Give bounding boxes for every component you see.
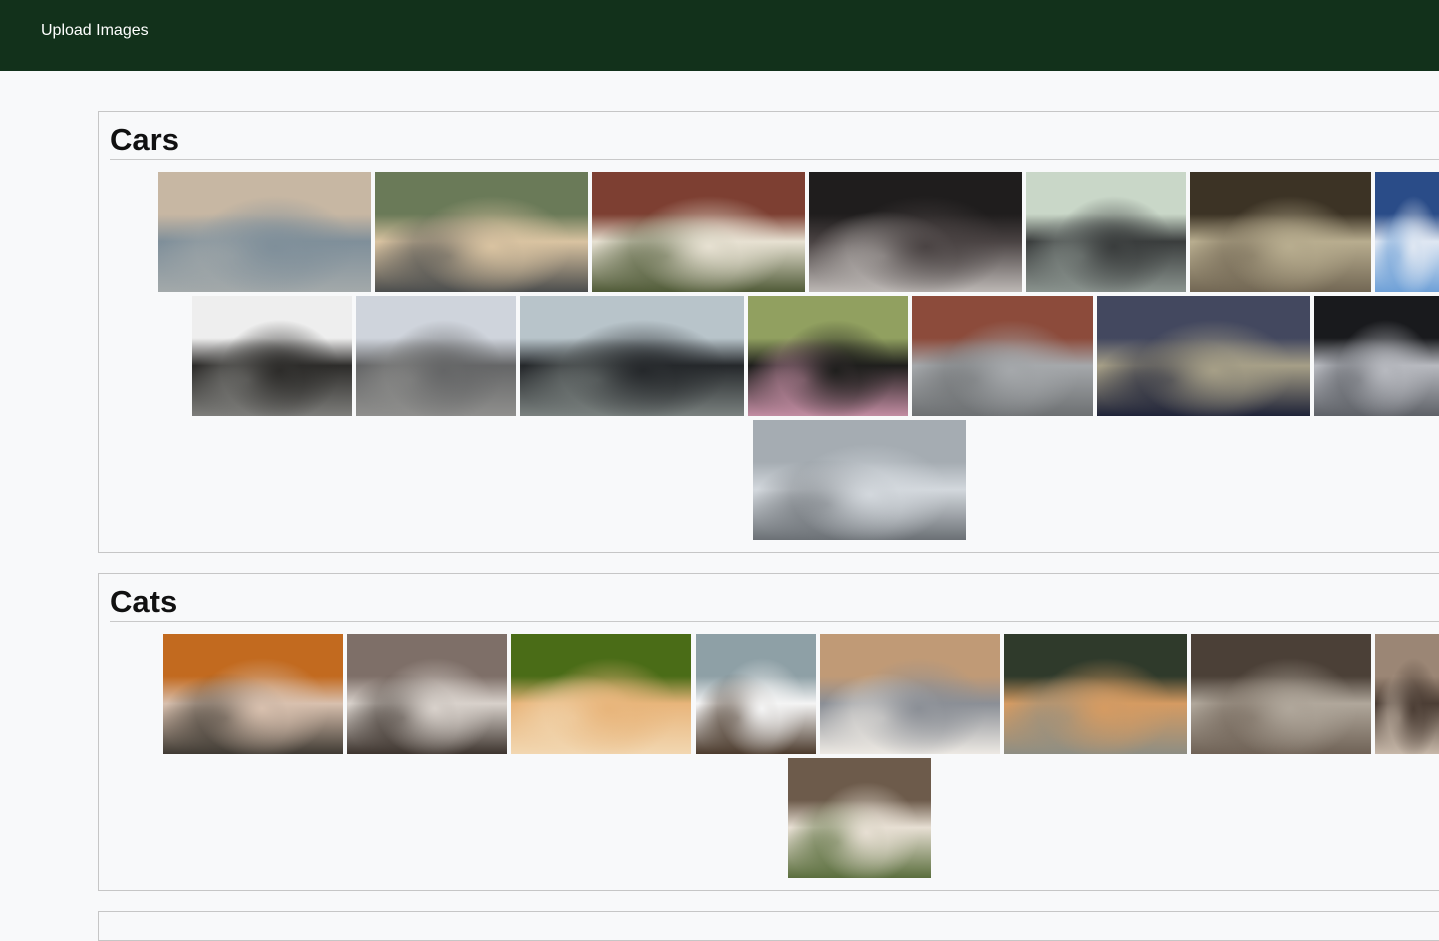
silver-vintage-sedan-thumbnail[interactable] — [158, 172, 371, 292]
cats-section-title: Cats — [110, 584, 178, 619]
cars-section-title: Cars — [110, 122, 179, 157]
upload-images-link[interactable]: Upload Images — [41, 21, 149, 41]
black-sedan-blossom-thumbnail[interactable] — [748, 296, 908, 416]
gray-kitten-photo — [820, 634, 1000, 754]
blue-sedan-partial-thumbnail[interactable] — [1375, 172, 1439, 292]
sleeping-kittens-photo — [1004, 634, 1187, 754]
silver-vintage-sedan-photo — [158, 172, 371, 292]
car-interior-thumbnail[interactable] — [1190, 172, 1371, 292]
black-suv-thumbnail[interactable] — [192, 296, 352, 416]
top-navigation-bar: Upload Images — [0, 0, 1439, 71]
black-sport-sedan-photo — [809, 172, 1022, 292]
black-coupe-thumbnail[interactable] — [1026, 172, 1186, 292]
cars-title-divider — [110, 159, 1439, 160]
orange-kitten-paw-thumbnail[interactable] — [511, 634, 691, 754]
black-sedan-blossom-photo — [748, 296, 908, 416]
surprised-cat-photo — [696, 634, 816, 754]
tabby-cat-photo — [1191, 634, 1371, 754]
champagne-sedan-photo — [375, 172, 588, 292]
cars-section: Cars — [98, 111, 1439, 553]
partial-tabby-thumbnail[interactable] — [1375, 634, 1439, 754]
silver-sedan-brick-wall-photo — [912, 296, 1093, 416]
blue-interior-photo — [1097, 296, 1310, 416]
black-coupe-road-thumbnail[interactable] — [520, 296, 744, 416]
silver-rear-sedan-photo — [753, 420, 966, 540]
blue-sedan-partial-photo — [1375, 172, 1439, 292]
cats-section: Cats — [98, 573, 1439, 891]
kitten-on-laptop-photo — [163, 634, 343, 754]
gray-sedan-harbor-thumbnail[interactable] — [356, 296, 516, 416]
scottish-fold-thumbnail[interactable] — [347, 634, 507, 754]
black-coupe-road-photo — [520, 296, 744, 416]
white-sedan-brick-house-photo — [592, 172, 805, 292]
white-sedan-brick-house-thumbnail[interactable] — [592, 172, 805, 292]
black-sport-sedan-thumbnail[interactable] — [809, 172, 1022, 292]
tabby-portrait-thumbnail[interactable] — [788, 758, 931, 878]
black-coupe-photo — [1026, 172, 1186, 292]
kitten-on-laptop-thumbnail[interactable] — [163, 634, 343, 754]
silver-sedan-dark-photo — [1314, 296, 1439, 416]
silver-sedan-dark-thumbnail[interactable] — [1314, 296, 1439, 416]
orange-kitten-paw-photo — [511, 634, 691, 754]
sleeping-kittens-thumbnail[interactable] — [1004, 634, 1187, 754]
surprised-cat-thumbnail[interactable] — [696, 634, 816, 754]
scottish-fold-photo — [347, 634, 507, 754]
gray-sedan-harbor-photo — [356, 296, 516, 416]
blue-interior-thumbnail[interactable] — [1097, 296, 1310, 416]
tabby-cat-thumbnail[interactable] — [1191, 634, 1371, 754]
silver-sedan-brick-wall-thumbnail[interactable] — [912, 296, 1093, 416]
partial-tabby-photo — [1375, 634, 1439, 754]
cats-title-divider — [110, 621, 1439, 622]
tabby-portrait-photo — [788, 758, 931, 878]
gray-kitten-thumbnail[interactable] — [820, 634, 1000, 754]
next-section-partial — [98, 911, 1439, 941]
black-suv-photo — [192, 296, 352, 416]
champagne-sedan-thumbnail[interactable] — [375, 172, 588, 292]
silver-rear-sedan-thumbnail[interactable] — [753, 420, 966, 540]
car-interior-photo — [1190, 172, 1371, 292]
